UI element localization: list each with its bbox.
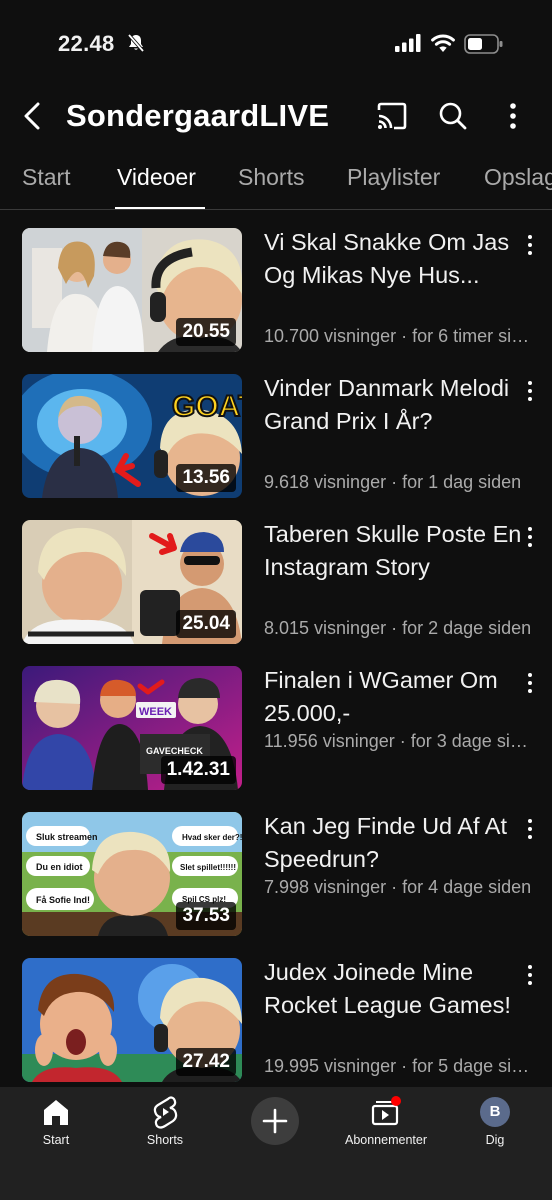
cast-icon[interactable] — [376, 102, 408, 130]
video-duration: 27.42 — [176, 1048, 236, 1076]
video-thumbnail[interactable]: Sluk streamen Du en idiot Få Sofie Ind! … — [22, 812, 242, 936]
video-item[interactable]: Sluk streamen Du en idiot Få Sofie Ind! … — [0, 798, 552, 938]
avatar: B — [480, 1097, 510, 1127]
video-title[interactable]: Judex Joinede Mine Rocket League Games! — [264, 956, 522, 1022]
notification-dot — [391, 1096, 401, 1106]
signal-icon — [395, 34, 421, 52]
wifi-icon — [431, 34, 455, 52]
thumbnail-text: Sluk streamen — [36, 832, 98, 842]
search-icon[interactable] — [438, 101, 468, 131]
thumbnail-text: Slet spillet!!!!!! — [180, 863, 236, 872]
shorts-icon — [153, 1096, 178, 1129]
video-duration: 1.42.31 — [160, 756, 236, 784]
nav-dig[interactable]: B Dig — [450, 1095, 540, 1147]
add-icon — [262, 1108, 288, 1134]
thumbnail-text: Du en idiot — [36, 862, 83, 872]
video-metadata: 7.998 visninger · for 4 dage siden — [264, 877, 532, 897]
nav-shorts[interactable]: Shorts — [120, 1095, 210, 1147]
thumbnail-text: GAVECHECK — [146, 746, 203, 756]
tab-start[interactable]: Start — [22, 164, 71, 191]
video-duration: 20.55 — [176, 318, 236, 346]
battery-icon — [464, 34, 503, 54]
video-more-icon[interactable] — [524, 964, 536, 986]
nav-start-label: Start — [42, 1133, 70, 1147]
status-bar: 22.48 — [0, 0, 552, 80]
video-item[interactable]: 27.42 Judex Joinede Mine Rocket League G… — [0, 944, 552, 1084]
video-metadata: 8.015 visninger · for 2 dage siden — [264, 618, 532, 638]
video-duration: 37.53 — [176, 902, 236, 930]
status-time: 22.48 — [58, 31, 115, 56]
create-button[interactable] — [251, 1097, 299, 1145]
video-item[interactable]: 20.55 Vi Skal Snakke Om Jas Og Mikas Nye… — [0, 214, 552, 354]
video-thumbnail[interactable]: 20.55 — [22, 228, 242, 352]
video-more-icon[interactable] — [524, 234, 536, 256]
active-tab-indicator — [115, 207, 205, 209]
home-icon — [44, 1100, 68, 1125]
video-more-icon[interactable] — [524, 526, 536, 548]
channel-tabs: Start Videoer Shorts Playlister Opslag — [0, 152, 552, 210]
bottom-navigation: Start Shorts Abonnementer B Dig — [0, 1087, 552, 1200]
nav-dig-label: Dig — [485, 1133, 505, 1147]
channel-header: SondergaardLIVE — [0, 88, 552, 146]
video-thumbnail[interactable]: 25.04 — [22, 520, 242, 644]
video-more-icon[interactable] — [524, 818, 536, 840]
thumbnail-text: Få Sofie Ind! — [36, 895, 90, 905]
tab-playlister[interactable]: Playlister — [347, 164, 440, 191]
video-more-icon[interactable] — [524, 380, 536, 402]
more-options-icon[interactable] — [502, 101, 524, 131]
video-metadata: 19.995 visninger · for 5 dage siden — [264, 1056, 536, 1076]
video-metadata: 11.956 visninger · for 3 dage siden — [264, 731, 536, 751]
nav-abonnementer[interactable]: Abonnementer — [340, 1095, 432, 1147]
tab-videoer[interactable]: Videoer — [117, 164, 196, 191]
bell-muted-icon — [127, 33, 145, 53]
video-item[interactable]: GOAT 13.56 Vinder Danmark Melodi Grand P… — [0, 360, 552, 500]
tab-opslag[interactable]: Opslag — [484, 164, 552, 191]
nav-abonnementer-label: Abonnementer — [344, 1133, 427, 1147]
thumbnail-text: Hvad sker der?! — [182, 833, 242, 842]
video-duration: 13.56 — [176, 464, 236, 492]
video-title[interactable]: Taberen Skulle Poste En Instagram Story — [264, 518, 522, 584]
subscriptions-icon — [371, 1096, 401, 1126]
video-item[interactable]: 25.04 Taberen Skulle Poste En Instagram … — [0, 506, 552, 646]
video-thumbnail[interactable]: 27.42 — [22, 958, 242, 1082]
video-item[interactable]: WEEK GAVECHECK 1.42.31 Finalen i WGamer … — [0, 652, 552, 792]
video-title[interactable]: Vi Skal Snakke Om Jas Og Mikas Nye Hus..… — [264, 226, 522, 292]
nav-start[interactable]: Start — [11, 1095, 101, 1147]
video-metadata: 9.618 visninger · for 1 dag siden — [264, 472, 522, 492]
video-more-icon[interactable] — [524, 672, 536, 694]
video-metadata: 10.700 visninger · for 6 timer siden — [264, 326, 536, 346]
channel-title: SondergaardLIVE — [66, 98, 330, 133]
video-thumbnail[interactable]: WEEK GAVECHECK 1.42.31 — [22, 666, 242, 790]
video-title[interactable]: Finalen i WGamer Om 25.000,- — [264, 664, 522, 730]
video-thumbnail[interactable]: GOAT 13.56 — [22, 374, 242, 498]
thumbnail-text: GOAT — [172, 390, 242, 423]
back-arrow-icon[interactable] — [18, 98, 48, 134]
nav-shorts-label: Shorts — [146, 1133, 184, 1147]
video-duration: 25.04 — [176, 610, 236, 638]
video-title[interactable]: Kan Jeg Finde Ud Af At Speedrun? — [264, 810, 522, 876]
tab-shorts[interactable]: Shorts — [238, 164, 304, 191]
video-title[interactable]: Vinder Danmark Melodi Grand Prix I År? — [264, 372, 522, 438]
thumbnail-text: WEEK — [139, 706, 172, 718]
